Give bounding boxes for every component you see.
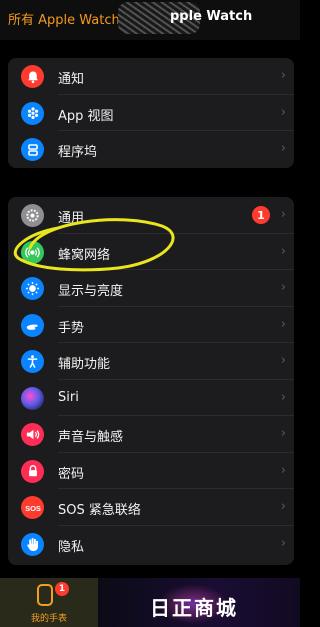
row-label: 蜂窝网络 <box>58 247 111 263</box>
tab-label: 我的手表 <box>30 614 67 624</box>
row-general[interactable]: 通用 1 › <box>8 197 294 234</box>
speaker-icon <box>21 423 44 446</box>
notification-badge: 1 <box>252 206 270 224</box>
lock-icon <box>21 459 44 483</box>
bell-icon <box>21 65 44 88</box>
cellular-icon <box>21 240 44 264</box>
chevron-right-icon: › <box>280 141 286 156</box>
tab-badge: 1 <box>55 582 69 596</box>
dock-icon <box>21 138 44 161</box>
settings-group-top: 通知 › App 视图 › 程序坞 › <box>8 58 294 168</box>
svg-text:SOS: SOS <box>25 504 41 513</box>
chevron-right-icon: › <box>280 499 286 514</box>
siri-icon <box>21 386 44 410</box>
chevron-right-icon: › <box>280 389 286 405</box>
privacy-hand-icon <box>21 532 44 556</box>
sos-icon: SOS <box>21 496 44 519</box>
chevron-right-icon: › <box>280 353 286 368</box>
back-button[interactable]: 所有 Apple Watch <box>8 9 120 28</box>
row-passcode[interactable]: 密码 › <box>8 453 294 489</box>
page-title: pple Watch <box>170 9 253 24</box>
chevron-right-icon: › <box>280 426 286 441</box>
row-label: 通用 <box>58 211 85 226</box>
accessibility-icon <box>21 350 44 373</box>
row-label: 声音与触感 <box>58 430 124 445</box>
chevron-right-icon: › <box>280 535 286 551</box>
chevron-right-icon: › <box>280 68 286 83</box>
row-label: 密码 <box>58 466 85 482</box>
row-label: 通知 <box>58 72 85 87</box>
row-label: 辅助功能 <box>58 357 111 372</box>
row-label: 隐私 <box>58 539 85 555</box>
tab-my-watch[interactable]: 1 我的手表 <box>0 578 98 627</box>
row-siri[interactable]: Siri › <box>8 380 294 416</box>
chevron-right-icon: › <box>280 280 286 295</box>
row-emergency-sos[interactable]: SOS SOS 紧急联络 › <box>8 489 294 526</box>
row-label: Siri <box>58 389 79 405</box>
gear-icon <box>21 204 44 227</box>
hand-gesture-icon <box>21 313 44 337</box>
row-privacy[interactable]: 隐私 › <box>8 526 294 563</box>
row-cellular[interactable]: 蜂窝网络 › <box>8 234 294 270</box>
row-label: 手势 <box>58 320 85 336</box>
chevron-right-icon: › <box>280 316 286 332</box>
row-gestures[interactable]: 手势 › <box>8 307 294 343</box>
row-label: 显示与亮度 <box>58 284 124 299</box>
app-grid-icon <box>21 101 44 125</box>
row-display-brightness[interactable]: 显示与亮度 › <box>8 270 294 307</box>
chevron-right-icon: › <box>280 243 286 259</box>
tab-bar: 1 我的手表 日正商城 <box>0 578 300 627</box>
settings-group-main: 通用 1 › 蜂窝网络 › 显示与亮度 › 手势 › 辅助功能 › Siri ›… <box>8 197 294 565</box>
row-notifications[interactable]: 通知 › <box>8 58 294 95</box>
chevron-right-icon: › <box>280 104 286 120</box>
row-label: 程序坞 <box>58 145 98 160</box>
navigation-bar: 所有 Apple Watch pple Watch <box>0 0 300 40</box>
watermark-logo: 日正商城 <box>98 578 300 627</box>
row-sounds-haptics[interactable]: 声音与触感 › <box>8 416 294 453</box>
chevron-right-icon: › <box>280 207 286 222</box>
sun-icon <box>21 277 44 300</box>
row-dock[interactable]: 程序坞 › <box>8 131 294 168</box>
row-label: SOS 紧急联络 <box>58 503 141 518</box>
watermark-text: 日正商城 <box>150 596 238 620</box>
row-app-view[interactable]: App 视图 › <box>8 95 294 131</box>
row-label: App 视图 <box>58 108 114 124</box>
chevron-right-icon: › <box>280 462 286 478</box>
watch-icon <box>37 584 53 606</box>
row-accessibility[interactable]: 辅助功能 › <box>8 343 294 380</box>
